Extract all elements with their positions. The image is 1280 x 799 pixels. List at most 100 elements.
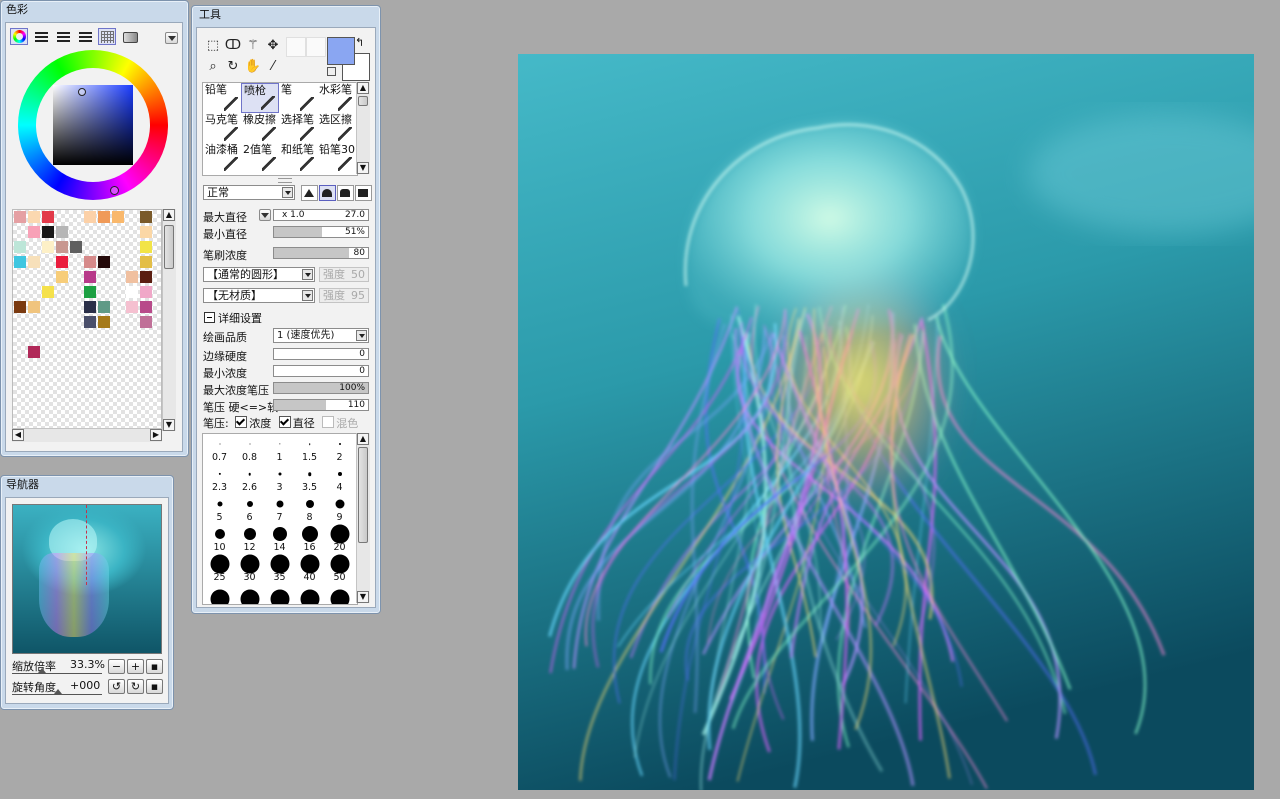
hand-icon[interactable]: ✋ [244, 58, 262, 76]
scroll-up-button[interactable]: ▲ [163, 209, 175, 221]
brush-size-cell[interactable]: 2.6 [235, 464, 264, 494]
brush-eraser[interactable]: 橡皮擦 [241, 113, 279, 143]
diameter-checkbox[interactable] [278, 416, 291, 428]
color-swatch[interactable] [98, 256, 110, 268]
chevron-down-icon[interactable] [282, 187, 293, 198]
rotate-slider[interactable] [12, 689, 102, 695]
rect-select-icon[interactable]: ⬚ [204, 37, 222, 55]
hsv-slider-icon[interactable] [54, 28, 72, 45]
color-swatch[interactable] [140, 226, 152, 238]
brush-shape-soft-icon[interactable] [319, 185, 336, 201]
brush-size-cell[interactable] [235, 584, 264, 604]
color-swatch[interactable] [28, 226, 40, 238]
color-swatch[interactable] [28, 301, 40, 313]
pressure-softness-slider[interactable]: 110 [273, 399, 369, 411]
color-swatch[interactable] [42, 286, 54, 298]
color-swatch[interactable] [140, 241, 152, 253]
brush-pencil[interactable]: 铅笔 [203, 83, 241, 113]
size-scroll-thumb[interactable] [358, 447, 368, 543]
rgb-slider-icon[interactable] [32, 28, 50, 45]
zoom-out-button[interactable]: − [108, 659, 125, 674]
chevron-down-icon[interactable] [302, 269, 313, 280]
brush-size-cell[interactable]: 1.5 [295, 434, 324, 464]
color-swatch[interactable] [126, 271, 138, 283]
brush-size-cell[interactable]: 0.8 [235, 434, 264, 464]
brush-shape-square-icon[interactable] [355, 185, 372, 201]
brush-size-cell[interactable]: 3 [265, 464, 294, 494]
move-icon[interactable]: ✥ [264, 37, 282, 55]
quality-select[interactable]: 1 (速度优先) [273, 328, 369, 343]
color-swatch[interactable] [84, 211, 96, 223]
color-swatch[interactable] [84, 316, 96, 328]
brush-size-cell[interactable]: 50 [325, 554, 354, 584]
brush-size-cell[interactable] [325, 584, 354, 604]
scroll-down-button[interactable]: ▼ [163, 419, 175, 431]
brush-size-cell[interactable]: 12 [235, 524, 264, 554]
max-pressure-slider[interactable]: 100% [273, 382, 369, 394]
brush-size-cell[interactable] [205, 584, 234, 604]
max-diameter-field[interactable]: x 1.0 27.0 [273, 209, 369, 221]
min-diameter-slider[interactable]: 51% [273, 226, 369, 238]
brush-marker[interactable]: 马克笔 [203, 113, 241, 143]
brush-size-cell[interactable]: 8 [295, 494, 324, 524]
brush-size-cell[interactable]: 5 [205, 494, 234, 524]
brush-size-cell[interactable]: 14 [265, 524, 294, 554]
brush-size-cell[interactable]: 6 [235, 494, 264, 524]
rotate-reset-button[interactable]: ▪ [146, 679, 163, 694]
color-swatch[interactable] [126, 301, 138, 313]
brush-size-cell[interactable]: 10 [205, 524, 234, 554]
zoom-slider[interactable] [12, 668, 102, 674]
foreground-color-box[interactable] [327, 37, 355, 65]
brush-size-cell[interactable]: 20 [325, 524, 354, 554]
brush-pen[interactable]: 笔 [279, 83, 317, 113]
brush-size-cell[interactable]: 30 [235, 554, 264, 584]
detail-settings-label[interactable]: 详细设置 [218, 310, 262, 326]
zoom-icon[interactable]: ⌕ [204, 58, 222, 76]
color-swatch[interactable] [84, 271, 96, 283]
scratchpad-icon[interactable] [120, 28, 138, 45]
swatch-hscrollbar[interactable]: ◀ ▶ [12, 428, 162, 442]
density-checkbox[interactable] [235, 416, 248, 428]
brush-shape-flat-icon[interactable] [337, 185, 354, 201]
brush-scrollbar[interactable]: ▲ ▼ [356, 82, 370, 174]
color-swatch[interactable] [70, 241, 82, 253]
brush-select-eraser[interactable]: 选区擦 [317, 113, 355, 143]
brush-size-cell[interactable]: 16 [295, 524, 324, 554]
color-swatch[interactable] [28, 211, 40, 223]
color-swatch[interactable] [140, 316, 152, 328]
brush-binary-pen[interactable]: 2值笔 [241, 143, 279, 173]
scroll-thumb[interactable] [164, 225, 174, 269]
brush-watercolor[interactable]: 水彩笔 [317, 83, 355, 113]
brush-washi-pen[interactable]: 和纸笔 [279, 143, 317, 173]
rotate-icon[interactable]: ↻ [224, 58, 242, 76]
brush-scroll-down-button[interactable]: ▼ [357, 162, 369, 174]
brush-bucket[interactable]: 油漆桶 [203, 143, 241, 173]
color-swatch[interactable] [56, 226, 68, 238]
saturation-value-square[interactable] [53, 85, 133, 165]
rotate-left-button[interactable]: ↺ [108, 679, 125, 694]
brush-airbrush[interactable]: 喷枪 [241, 83, 279, 113]
brush-size-cell[interactable]: 2.3 [205, 464, 234, 494]
brush-size-cell[interactable]: 40 [295, 554, 324, 584]
blend-mode-select[interactable]: 正常 [203, 185, 295, 200]
reset-colors-icon[interactable] [327, 67, 336, 76]
eyedropper-icon[interactable]: ⁄ [264, 58, 282, 76]
color-swatch[interactable] [28, 256, 40, 268]
lasso-icon[interactable]: ↀ [224, 37, 242, 55]
density-slider[interactable]: 80 [273, 247, 369, 259]
magic-wand-icon[interactable]: ⚚ [244, 37, 262, 55]
color-swatch[interactable] [56, 256, 68, 268]
brush-grid-resize-handle[interactable] [278, 178, 292, 183]
brush-shape-select[interactable]: 【通常的圆形】 [203, 267, 315, 282]
min-density-slider[interactable]: 0 [273, 365, 369, 377]
brush-pencil[interactable]: 铅笔30 [317, 143, 355, 173]
brush-shape-hard-icon[interactable] [301, 185, 318, 201]
chevron-down-icon[interactable] [302, 290, 313, 301]
brush-scroll-up-button[interactable]: ▲ [357, 82, 369, 94]
swap-colors-icon[interactable]: ↰ [355, 36, 364, 49]
color-swatch[interactable] [140, 211, 152, 223]
color-swatch[interactable] [140, 271, 152, 283]
color-swatch[interactable] [28, 346, 40, 358]
color-swatch[interactable] [140, 256, 152, 268]
rotate-right-button[interactable]: ↻ [127, 679, 144, 694]
